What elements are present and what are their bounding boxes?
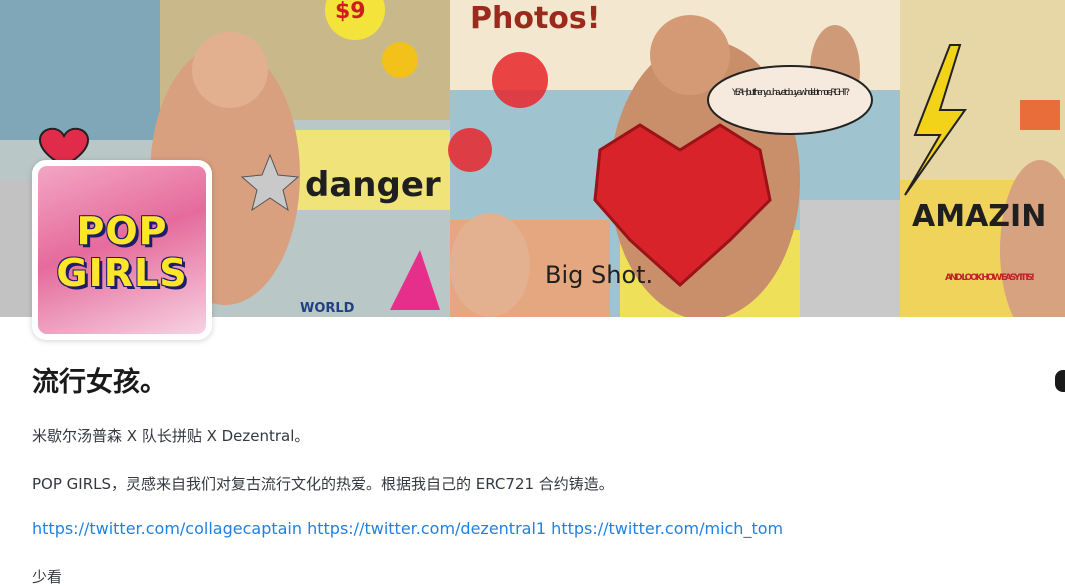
see-less-link[interactable]: 少看 [32, 566, 62, 587]
banner-world-text: WORLD [300, 301, 355, 316]
banner-lookeasy-text: AND LOOK HOW EASY IT IS! [945, 273, 1035, 283]
banner-photos-text: Photos! [470, 1, 600, 36]
collection-avatar[interactable]: POP GIRLS [32, 160, 212, 340]
link-mich-tom[interactable]: https://twitter.com/mich_tom [551, 519, 783, 538]
description-line-2: POP GIRLS，灵感来自我们对复古流行文化的热爱。根据我自己的 ERC721… [32, 475, 614, 493]
share-icon[interactable] [1055, 370, 1065, 392]
avatar-logo: POP GIRLS [38, 210, 206, 294]
banner-price-text: $9 [335, 0, 366, 24]
link-dezentral1[interactable]: https://twitter.com/dezentral1 [307, 519, 546, 538]
avatar-logo-line-2: GIRLS [56, 251, 188, 295]
banner-danger-text: danger [305, 165, 441, 205]
avatar-logo-line-1: POP [76, 209, 168, 253]
link-collagecaptain[interactable]: https://twitter.com/collagecaptain [32, 519, 302, 538]
description-line-1: 米歇尔汤普森 X 队长拼贴 X Dezentral。 [32, 427, 310, 445]
collection-title: 流行女孩。 [32, 367, 167, 398]
description-links: https://twitter.com/collagecaptain https… [32, 519, 783, 538]
banner-speech-text: YEAH, but then you have to buy a whole l… [731, 88, 850, 98]
banner-amazin-text: AMAZIN [912, 199, 1046, 234]
avatar-image: POP GIRLS [38, 166, 206, 334]
banner-bigshot-text: Big Shot. [545, 261, 653, 289]
